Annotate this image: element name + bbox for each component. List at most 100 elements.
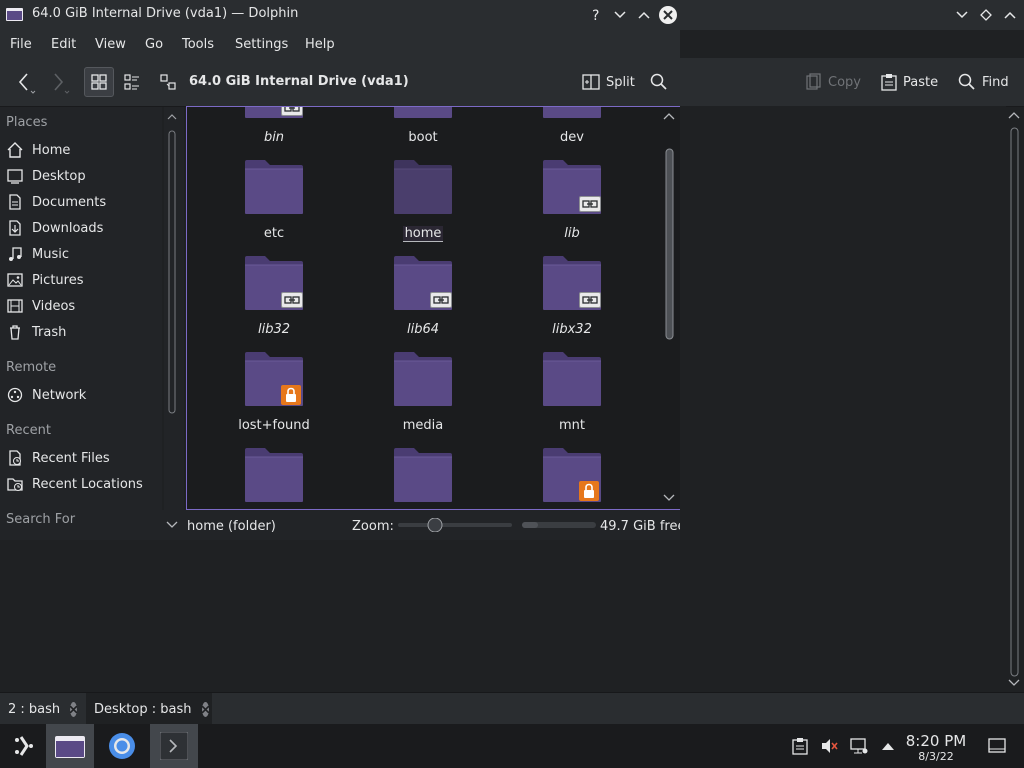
split-icon: [582, 74, 600, 90]
folder-label: mnt: [512, 418, 632, 433]
menu-go[interactable]: Go: [145, 37, 163, 52]
panels-toggle-icon[interactable]: [166, 520, 178, 530]
minimize-button[interactable]: [610, 5, 630, 25]
symlink-emblem-icon: [579, 292, 601, 308]
volume-muted-icon[interactable]: [820, 737, 838, 755]
zoom-slider[interactable]: [398, 518, 512, 532]
sidebar-item-trash[interactable]: Trash: [6, 321, 66, 343]
folder-name: lib32: [257, 322, 291, 337]
close-icon[interactable]: [201, 701, 209, 717]
maximize-button[interactable]: [634, 5, 654, 25]
folder-item[interactable]: [363, 448, 483, 509]
menu-bar: File Edit View Go Tools Settings Help: [0, 30, 680, 58]
file-view-scrollbar[interactable]: [661, 107, 679, 507]
sidebar-item-music[interactable]: Music: [6, 243, 69, 265]
folder-home[interactable]: home: [363, 160, 483, 246]
menu-edit[interactable]: Edit: [51, 37, 76, 52]
clipboard-icon[interactable]: [791, 737, 809, 755]
menu-tools[interactable]: Tools: [182, 37, 214, 52]
icons-view-button[interactable]: [84, 67, 114, 97]
tab-desktop-bash[interactable]: Desktop : bash: [86, 693, 212, 725]
window-title: 64.0 GiB Internal Drive (vda1) — Dolphin: [32, 6, 299, 21]
tab-2-bash[interactable]: 2 : bash: [0, 693, 84, 725]
konsole-task[interactable]: [150, 724, 198, 768]
konsole-keep-above-button[interactable]: [976, 5, 996, 25]
konsole-minimize-button[interactable]: [952, 5, 972, 25]
title-bar[interactable]: 64.0 GiB Internal Drive (vda1) — Dolphin…: [0, 0, 1024, 30]
sidebar-item-label: Trash: [32, 324, 67, 340]
split-view-icon[interactable]: [156, 70, 180, 94]
folder-libx32[interactable]: libx32: [512, 256, 632, 342]
back-button[interactable]: [12, 70, 36, 94]
svg-text:?: ?: [592, 8, 599, 22]
show-desktop-icon[interactable]: [988, 737, 1006, 755]
desktop-icon: [6, 167, 24, 185]
find-icon: [958, 73, 975, 90]
menu-file[interactable]: File: [10, 37, 32, 52]
sidebar-item-recent-locations[interactable]: Recent Locations: [6, 473, 143, 495]
split-label: Split: [606, 74, 635, 90]
sidebar-item-label: Music: [32, 246, 69, 262]
folder-lib[interactable]: lib: [512, 160, 632, 246]
terminal-scrollbar[interactable]: [1006, 106, 1024, 692]
sidebar-item-network[interactable]: Network: [6, 384, 86, 406]
konsole-maximize-button[interactable]: [1000, 5, 1020, 25]
folder-mnt[interactable]: mnt: [512, 352, 632, 438]
copy-icon: [806, 73, 821, 90]
terminal-area[interactable]: [680, 106, 1006, 692]
folder-label: libx32: [512, 322, 632, 337]
search-button[interactable]: [650, 71, 668, 93]
menu-settings[interactable]: Settings: [235, 37, 288, 52]
folder-item[interactable]: [214, 448, 334, 509]
folder-name: boot: [408, 130, 438, 145]
pictures-icon: [6, 271, 24, 289]
sidebar-item-home[interactable]: Home: [6, 139, 70, 161]
close-icon[interactable]: [70, 701, 78, 717]
folder-label: dev: [512, 130, 632, 145]
sidebar-item-desktop[interactable]: Desktop: [6, 165, 86, 187]
find-button[interactable]: Find: [958, 71, 1009, 93]
sidebar-item-downloads[interactable]: Downloads: [6, 217, 103, 239]
folder-lost-found[interactable]: lost+found: [214, 352, 334, 438]
chromium-task[interactable]: [98, 724, 146, 768]
folder-bin[interactable]: bin: [214, 107, 334, 150]
clock-time[interactable]: 8:20 PM: [900, 732, 972, 750]
folder-boot[interactable]: boot: [363, 107, 483, 150]
breadcrumb[interactable]: 64.0 GiB Internal Drive (vda1): [189, 74, 409, 89]
copy-button[interactable]: Copy: [806, 71, 861, 93]
sidebar-item-videos[interactable]: Videos: [6, 295, 75, 317]
file-icon-view[interactable]: bin boot dev etc home lib lib32 lib64 libx32 lost…: [186, 106, 681, 510]
folder-lib64[interactable]: lib64: [363, 256, 483, 342]
help-icon[interactable]: ?: [586, 5, 606, 25]
folder-label: lost+found: [214, 418, 334, 433]
folder-lib32[interactable]: lib32: [214, 256, 334, 342]
sidebar-scrollbar[interactable]: [164, 107, 184, 540]
folder-media[interactable]: media: [363, 352, 483, 438]
sidebar-item-recent-files[interactable]: Recent Files: [6, 447, 110, 469]
folder-name: dev: [560, 130, 584, 145]
sidebar-item-label: Recent Locations: [32, 476, 143, 492]
forward-button[interactable]: [46, 70, 70, 94]
application-launcher-icon[interactable]: [0, 724, 48, 768]
recent-files-icon: [6, 449, 24, 467]
dolphin-app-icon: [6, 8, 23, 21]
folder-item[interactable]: [512, 448, 632, 509]
split-button[interactable]: Split: [582, 71, 635, 93]
sidebar-item-documents[interactable]: Documents: [6, 191, 106, 213]
details-view-button[interactable]: [120, 70, 144, 94]
sidebar-item-label: Downloads: [32, 220, 104, 236]
sidebar-item-label: Documents: [32, 194, 107, 210]
paste-button[interactable]: Paste: [881, 71, 938, 93]
clock-date[interactable]: 8/3/22: [900, 750, 972, 763]
browser-icon: [109, 733, 135, 759]
menu-help[interactable]: Help: [305, 37, 335, 52]
close-button[interactable]: [658, 5, 678, 25]
show-hidden-icons-icon[interactable]: [879, 737, 897, 755]
dolphin-task[interactable]: [46, 724, 94, 768]
menu-view[interactable]: View: [95, 37, 126, 52]
sidebar-item-pictures[interactable]: Pictures: [6, 269, 83, 291]
folder-etc[interactable]: etc: [214, 160, 334, 246]
network-status-icon[interactable]: [850, 737, 868, 755]
terminal-tab-bar: 2 : bash Desktop : bash: [0, 692, 1024, 725]
folder-dev[interactable]: dev: [512, 107, 632, 150]
